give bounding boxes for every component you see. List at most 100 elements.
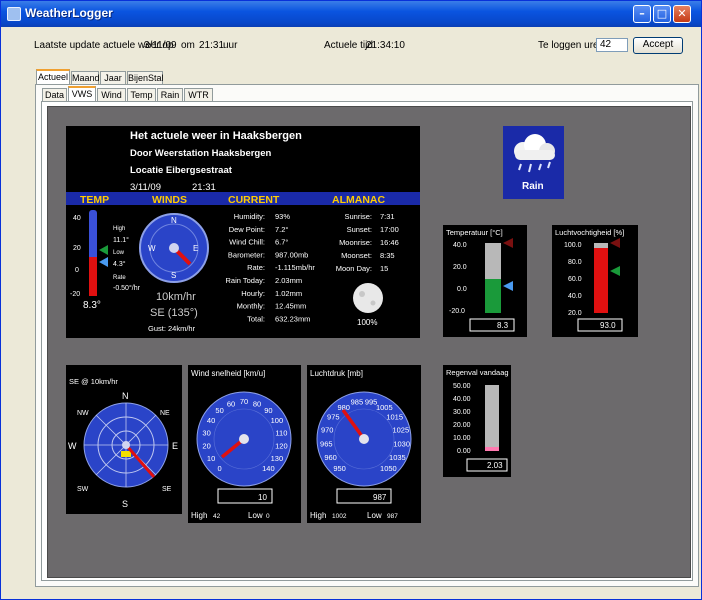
almanac-label: Moon Day: bbox=[336, 264, 372, 273]
section-almanac: ALMANAC bbox=[332, 194, 385, 206]
pressure-tick: 970 bbox=[321, 425, 334, 434]
wind-speed-tick: 120 bbox=[275, 442, 288, 451]
vws-title-3: Locatie Eibergsestraat bbox=[130, 165, 233, 176]
temp-high-label: High bbox=[113, 226, 125, 232]
subtab-rain[interactable]: Rain bbox=[157, 88, 183, 102]
maximize-button[interactable]: □ bbox=[653, 5, 671, 23]
pressure-value: 987 bbox=[373, 493, 387, 502]
vws-title-1: Het actuele weer in Haaksbergen bbox=[130, 130, 302, 142]
temp-high-value: 11.1° bbox=[113, 236, 129, 244]
uur-label: uur bbox=[223, 40, 238, 51]
current-label: Monthly: bbox=[237, 302, 265, 311]
current-value: 7.2° bbox=[275, 225, 288, 234]
current-value: -1.115mb/hr bbox=[275, 263, 315, 272]
temp-rate-value: -0.50°/hr bbox=[113, 284, 141, 292]
compass-hub bbox=[169, 243, 179, 253]
tab-actueel[interactable]: Actueel bbox=[36, 69, 70, 85]
rain-tick-40: 40.00 bbox=[453, 396, 471, 403]
title-bar[interactable]: WeatherLogger – □ ✕ bbox=[1, 1, 701, 27]
current-value: 2.03mm bbox=[275, 276, 302, 285]
wind-speed-tick: 140 bbox=[262, 464, 275, 473]
almanac-value: 8:35 bbox=[380, 251, 395, 260]
current-label: Wind Chill: bbox=[229, 238, 265, 247]
log-hours-input[interactable]: 42 bbox=[596, 38, 628, 52]
compass-s: S bbox=[171, 271, 176, 280]
temp-gauge-value: 8.3 bbox=[497, 321, 509, 330]
weather-icon-label: Rain bbox=[522, 181, 544, 192]
subtab-data[interactable]: Data bbox=[42, 88, 67, 102]
tab-maand[interactable]: Maand bbox=[71, 71, 100, 85]
pressure-tick: 1005 bbox=[376, 403, 393, 412]
temp-gauge-tick-neg20: -20.0 bbox=[449, 308, 465, 315]
pressure-high-value: 1002 bbox=[332, 513, 347, 520]
wind-gust: Gust: 24km/hr bbox=[148, 324, 196, 333]
temp-gauge-fill bbox=[485, 279, 501, 313]
wind-low-label: Low bbox=[248, 511, 263, 520]
app-window: WeatherLogger – □ ✕ Laatste update actue… bbox=[0, 0, 702, 600]
tab-jaar[interactable]: Jaar bbox=[100, 71, 126, 85]
subtab-vws[interactable]: VWS bbox=[68, 86, 96, 102]
pressure-tick: 950 bbox=[333, 464, 346, 473]
om-label: om bbox=[181, 40, 195, 51]
pressure-low-value: 987 bbox=[387, 513, 398, 520]
hum-tick-60: 60.0 bbox=[568, 276, 582, 283]
temp-rate-label: Rate bbox=[113, 275, 126, 281]
accept-button[interactable]: Accept bbox=[633, 37, 683, 54]
subtab-temp[interactable]: Temp bbox=[127, 88, 156, 102]
wind-speed-tick: 130 bbox=[271, 454, 284, 463]
compass-e: E bbox=[193, 244, 198, 253]
almanac-value: 7:31 bbox=[380, 212, 395, 221]
update-date: 3/11/09 bbox=[144, 40, 177, 51]
current-value: 6.7° bbox=[275, 238, 288, 247]
subtab-wind[interactable]: Wind bbox=[97, 88, 126, 102]
wind-high-label: High bbox=[191, 511, 207, 520]
close-button[interactable]: ✕ bbox=[673, 5, 691, 23]
rose-sw: SW bbox=[77, 486, 89, 493]
pressure-tick: 1035 bbox=[389, 453, 406, 462]
hum-tick-20: 20.0 bbox=[568, 310, 582, 317]
hum-tick-80: 80.0 bbox=[568, 259, 582, 266]
wind-direction: SE (135°) bbox=[150, 307, 198, 319]
wind-speed-gauge-title: Wind snelheid [km/u] bbox=[191, 369, 265, 378]
temperature-gauge-panel: Temperatuur [°C] 40.0 20.0 0.0 -20.0 8.3 bbox=[443, 225, 527, 337]
moon-percent: 100% bbox=[357, 318, 377, 327]
temp-low-label: Low bbox=[113, 250, 125, 256]
windrose-petal bbox=[121, 451, 131, 457]
pressure-tick: 1025 bbox=[392, 425, 409, 434]
humidity-gauge-fill bbox=[594, 248, 608, 313]
actual-time: 21:34:10 bbox=[366, 40, 405, 51]
subtab-wtr[interactable]: WTR bbox=[184, 88, 213, 102]
wind-speed-tick: 100 bbox=[271, 416, 284, 425]
vws-title-2: Door Weerstation Haaksbergen bbox=[130, 148, 272, 159]
wind-speed-tick: 50 bbox=[215, 406, 223, 415]
current-value: 1.02mm bbox=[275, 289, 302, 298]
vws-time: 21:31 bbox=[192, 182, 216, 193]
pressure-high-label: High bbox=[310, 511, 326, 520]
wind-speed-tick: 0 bbox=[218, 464, 222, 473]
weather-icon-panel: Rain bbox=[503, 126, 564, 199]
rose-nw: NW bbox=[77, 410, 89, 417]
humidity-gauge-panel: Luchtvochtigheid [%] 100.0 80.0 60.0 40.… bbox=[552, 225, 638, 337]
rain-tick-0: 0.00 bbox=[457, 448, 471, 455]
pressure-tick: 965 bbox=[320, 440, 333, 449]
current-value: 12.45mm bbox=[275, 302, 306, 311]
temp-scale-0: 0 bbox=[75, 267, 79, 274]
wind-speed-tick: 60 bbox=[227, 399, 235, 408]
hum-tick-40: 40.0 bbox=[568, 293, 582, 300]
tab-bijenstal[interactable]: BijenStal bbox=[127, 71, 164, 85]
pressure-gauge-title: Luchtdruk [mb] bbox=[310, 369, 363, 378]
rain-gauge-value: 2.03 bbox=[487, 461, 503, 470]
rain-tick-10: 10.00 bbox=[453, 435, 471, 442]
almanac-label: Moonrise: bbox=[339, 238, 372, 247]
pressure-tick: 985 bbox=[351, 398, 364, 407]
temp-gauge-tick-20: 20.0 bbox=[453, 264, 467, 271]
rain-gauge-title: Regenval vandaag bbox=[446, 368, 509, 377]
minimize-button[interactable]: – bbox=[633, 5, 651, 23]
humidity-gauge-value: 93.0 bbox=[600, 321, 616, 330]
current-label: Hourly: bbox=[241, 289, 265, 298]
wind-speed-tick: 30 bbox=[202, 428, 210, 437]
rose-e: E bbox=[172, 441, 178, 451]
wind-speed-tick: 110 bbox=[275, 428, 287, 437]
section-winds: WINDS bbox=[152, 194, 187, 206]
temp-current: 8.3° bbox=[83, 300, 101, 311]
